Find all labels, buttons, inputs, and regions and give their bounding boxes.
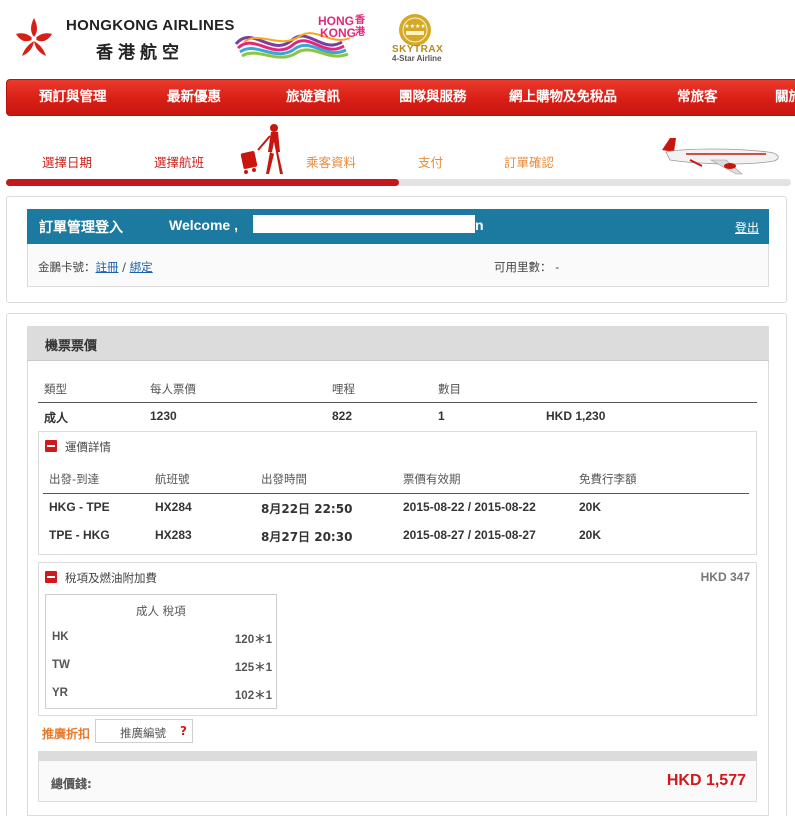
segment-1-flight: HX284 bbox=[155, 500, 192, 514]
skytrax-badge-icon: ★★★★ bbox=[399, 14, 431, 46]
step-passenger-info[interactable]: 乘客資料 bbox=[306, 152, 356, 171]
hk-brand-zh: 香港 bbox=[355, 15, 365, 38]
fare-table-rule bbox=[38, 402, 757, 403]
airplane-icon bbox=[662, 138, 779, 175]
segment-2-validity: 2015-08-27 / 2015-08-27 bbox=[403, 528, 536, 542]
step-order-confirm[interactable]: 訂單確認 bbox=[504, 152, 554, 171]
fare-details-box: 運價詳情 出發-到達 航班號 出發時間 票價有效期 免費行李額 HKG - TP… bbox=[38, 431, 757, 555]
col-route: 出發-到達 bbox=[49, 472, 100, 486]
col-flight-no: 航班號 bbox=[155, 472, 190, 486]
fare-row-miles: 822 bbox=[332, 409, 353, 423]
site-header: HONGKONG AIRLINES 香港航空 HONG KONG 香港 ★★★★… bbox=[0, 0, 795, 72]
nav-frequent-flyer[interactable]: 常旅客 bbox=[677, 80, 718, 115]
fare-row-subtotal: HKD 1,230 bbox=[546, 409, 606, 423]
fare-details-title: 運價詳情 bbox=[65, 440, 111, 454]
fare-header: 機票票價 bbox=[27, 326, 769, 361]
bauhinia-logo-icon[interactable] bbox=[8, 12, 60, 62]
fare-row-type: 成人 bbox=[44, 411, 69, 425]
order-login-title: 訂單管理登入 bbox=[39, 220, 123, 236]
logout-link[interactable]: 登出 bbox=[735, 219, 759, 236]
skytrax-rating: 4-Star Airline bbox=[392, 54, 442, 63]
adult-tax-box: 成人 稅項 HK 120＊1 TW 125＊1 YR 102＊1 bbox=[45, 594, 277, 709]
step-payment[interactable]: 支付 bbox=[418, 152, 443, 171]
nav-latest-offers[interactable]: 最新優惠 bbox=[167, 80, 221, 115]
order-login-panel: 訂單管理登入 Welcome , n 登出 金鵬卡號：註冊 / 綁定 可用里數：… bbox=[6, 196, 787, 303]
tax-code-yr: YR bbox=[52, 687, 68, 699]
nav-booking-management[interactable]: 預訂與管理 bbox=[39, 80, 107, 115]
col-quantity: 數目 bbox=[438, 382, 461, 396]
tax-value-yr: 102＊1 bbox=[234, 690, 272, 702]
brand-name-en: HONGKONG AIRLINES bbox=[66, 17, 235, 34]
member-card-field: 金鵬卡號：註冊 / 綁定 bbox=[38, 259, 153, 275]
available-miles-value: - bbox=[555, 260, 560, 274]
redacted-username bbox=[253, 215, 475, 233]
segment-2-route: TPE - HKG bbox=[49, 528, 110, 542]
available-miles-label: 可用里數： bbox=[494, 260, 552, 274]
col-departure-time: 出發時間 bbox=[261, 472, 307, 486]
step-select-date[interactable]: 選擇日期 bbox=[42, 152, 92, 171]
step-select-flight[interactable]: 選擇航班 bbox=[154, 152, 204, 171]
segment-1-route: HKG - TPE bbox=[49, 500, 110, 514]
available-miles-field: 可用里數： - bbox=[494, 259, 559, 275]
nav-travel-info[interactable]: 旅遊資訊 bbox=[286, 80, 340, 115]
fare-row-price: 1230 bbox=[150, 409, 177, 423]
promo-label: 推廣折扣 bbox=[42, 727, 91, 741]
col-type: 類型 bbox=[44, 382, 67, 396]
flight-attendant-icon bbox=[240, 124, 283, 174]
welcome-label: Welcome , bbox=[169, 217, 238, 233]
col-fare-validity: 票價有效期 bbox=[403, 472, 461, 486]
booking-steps: 選擇日期 選擇航班 乘客資料 支付 訂單確認 bbox=[6, 120, 791, 190]
nav-shopping-duty-free[interactable]: 網上購物及免稅品 bbox=[509, 80, 617, 115]
segment-1-time: 8月22日 22:50 bbox=[261, 502, 353, 516]
main-nav: 預訂與管理 最新優惠 旅遊資訊 團隊與服務 網上購物及免稅品 常旅客 關於 bbox=[6, 79, 795, 116]
fare-details-rule bbox=[43, 493, 749, 494]
taxes-title: 稅項及燃油附加費 bbox=[65, 571, 157, 585]
register-link[interactable]: 註冊 bbox=[96, 260, 119, 274]
col-baggage: 免費行李額 bbox=[579, 472, 637, 486]
total-price: HKD 1,577 bbox=[666, 772, 746, 789]
welcome-bar: 訂單管理登入 Welcome , n 登出 bbox=[27, 209, 769, 244]
booking-progress-bar bbox=[6, 179, 791, 186]
member-card-label: 金鵬卡號： bbox=[38, 260, 96, 274]
collapse-fare-details-icon[interactable] bbox=[45, 440, 57, 452]
segment-1-baggage: 20K bbox=[579, 500, 602, 514]
member-info-row: 金鵬卡號：註冊 / 綁定 可用里數： - bbox=[27, 244, 769, 287]
promo-code-placeholder: 推廣編號 bbox=[120, 726, 166, 740]
fare-title: 機票票價 bbox=[45, 339, 98, 354]
tax-code-tw: TW bbox=[52, 659, 70, 671]
total-box: 總價錢: HKD 1,577 bbox=[38, 760, 757, 802]
bind-link[interactable]: 綁定 bbox=[130, 260, 153, 274]
hk-brand-line2: KONG bbox=[320, 26, 356, 40]
tax-value-tw: 125＊1 bbox=[234, 662, 272, 674]
tax-value-hk: 120＊1 bbox=[234, 634, 272, 646]
col-price-per-person: 每人票價 bbox=[150, 382, 196, 396]
svg-text:★★★★: ★★★★ bbox=[404, 23, 426, 30]
booking-progress-fill bbox=[6, 179, 399, 186]
link-separator: / bbox=[122, 260, 127, 274]
taxes-total: HKD 347 bbox=[700, 570, 750, 584]
segment-2-baggage: 20K bbox=[579, 528, 602, 542]
total-divider bbox=[38, 751, 757, 760]
nav-about[interactable]: 關於 bbox=[775, 80, 795, 115]
segment-1-validity: 2015-08-22 / 2015-08-22 bbox=[403, 500, 536, 514]
nav-group-services[interactable]: 團隊與服務 bbox=[399, 80, 467, 115]
segment-2-flight: HX283 bbox=[155, 528, 192, 542]
fare-panel: 機票票價 類型 每人票價 哩程 數目 成人 1230 822 1 HKD 1,2… bbox=[6, 313, 787, 816]
fare-body: 類型 每人票價 哩程 數目 成人 1230 822 1 HKD 1,230 運價… bbox=[27, 361, 769, 816]
tax-code-hk: HK bbox=[52, 631, 69, 643]
username-tail: n bbox=[475, 217, 484, 233]
brand-name-zh: 香港航空 bbox=[96, 43, 184, 63]
total-label: 總價錢: bbox=[51, 777, 92, 791]
col-miles: 哩程 bbox=[332, 382, 355, 396]
promo-code-input[interactable]: 推廣編號 ? bbox=[95, 719, 193, 743]
adult-tax-title: 成人 稅項 bbox=[136, 604, 186, 618]
segment-2-time: 8月27日 20:30 bbox=[261, 530, 353, 544]
taxes-box: 稅項及燃油附加費 HKD 347 成人 稅項 HK 120＊1 TW 125＊1… bbox=[38, 562, 757, 716]
promo-help-icon[interactable]: ? bbox=[180, 724, 187, 738]
collapse-taxes-icon[interactable] bbox=[45, 571, 57, 583]
fare-row-count: 1 bbox=[438, 409, 445, 423]
